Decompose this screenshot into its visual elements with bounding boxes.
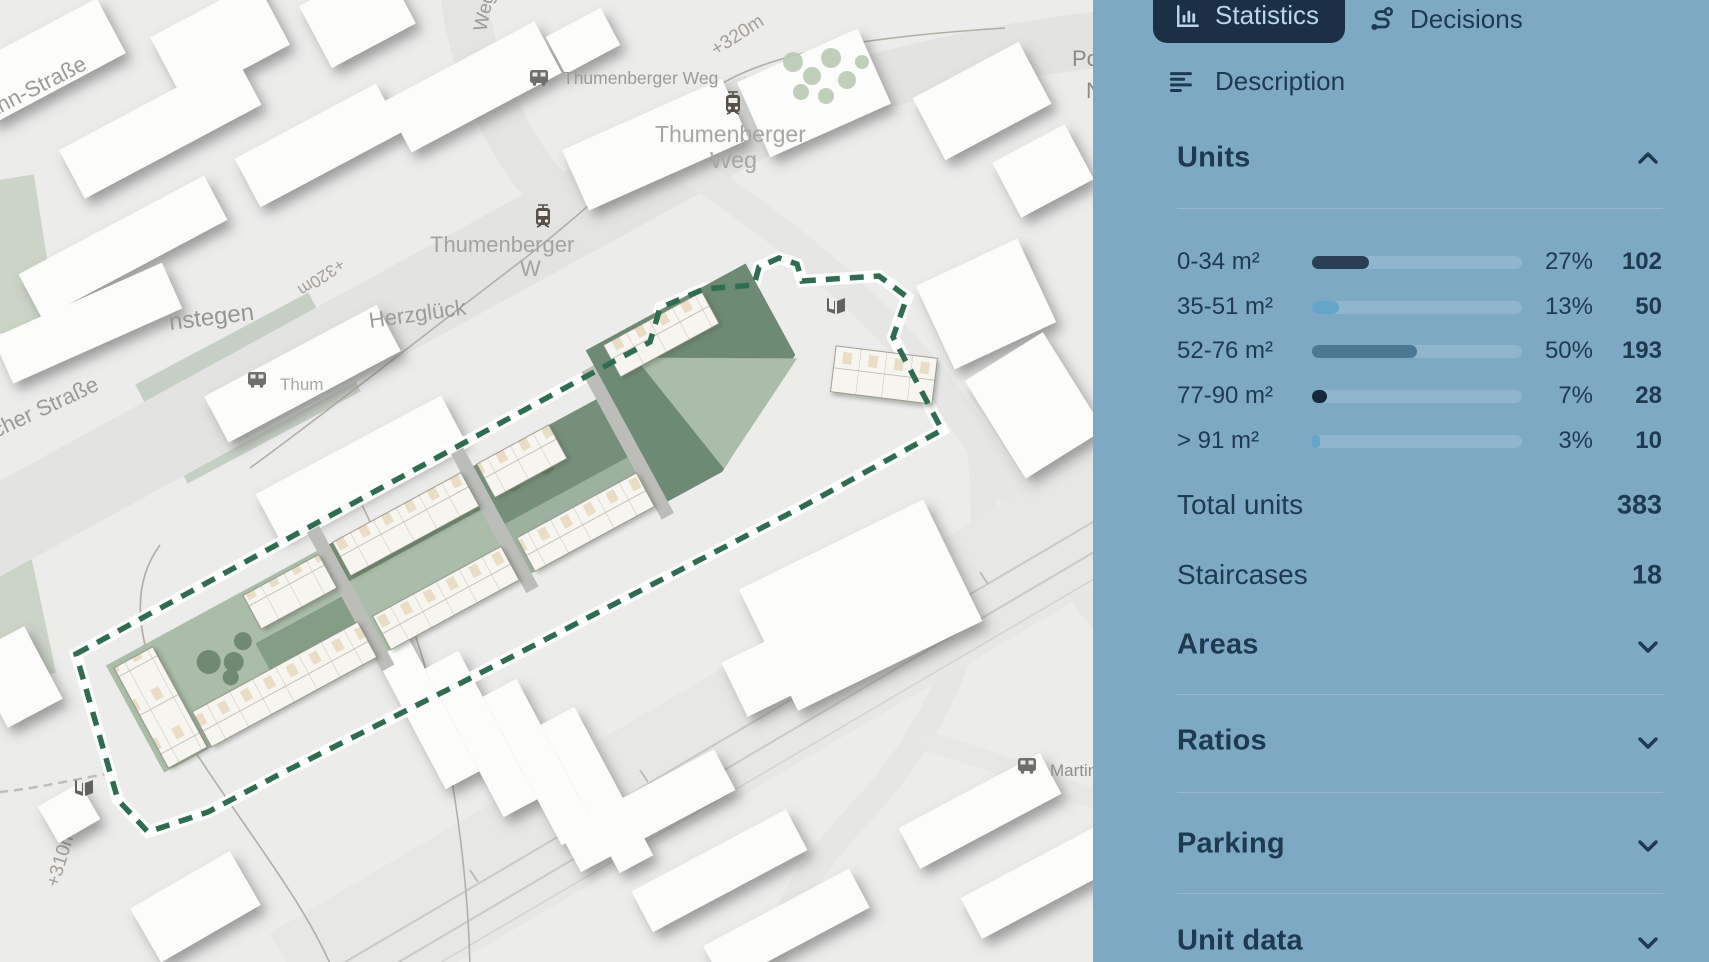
unit-row-bar [1312,256,1522,269]
description-icon [1168,68,1195,95]
total-units-value: 383 [1562,490,1662,521]
unit-row-bar [1312,390,1522,403]
section-title-areas[interactable]: Areas [1177,629,1259,662]
total-units-label: Total units [1177,489,1303,521]
tab-statistics[interactable]: Statistics [1153,0,1345,43]
chevron-down-icon[interactable] [1633,830,1663,860]
chevron-down-icon[interactable] [1633,727,1663,757]
section-title-units: Units [1177,142,1251,175]
tab-decisions[interactable]: Decisions [1368,4,1523,35]
unit-row-count: 50 [1582,293,1662,321]
tab-decisions-label: Decisions [1410,4,1523,35]
tab-statistics-label: Statistics [1215,0,1319,31]
divider [1177,694,1663,695]
chevron-down-icon[interactable] [1633,927,1663,957]
unit-row-label: 35-51 m² [1177,293,1273,321]
chevron-up-icon[interactable] [1633,144,1663,174]
unit-row-count: 28 [1582,382,1662,410]
route-icon [1368,6,1396,34]
unit-row-percent: 7% [1503,382,1593,410]
street-label-thumenberger-2: Weg [710,147,757,173]
unit-row-percent: 27% [1503,248,1593,276]
unit-row-percent: 13% [1503,293,1593,321]
unit-row-percent: 3% [1503,427,1593,455]
description-label: Description [1215,66,1345,97]
street-label-thum-stop: Thum [280,375,323,394]
unit-row-count: 102 [1582,248,1662,276]
unit-row-bar [1312,301,1522,314]
street-label-thumenb-mid: Thumenberger [430,232,574,257]
unit-row-percent: 50% [1503,337,1593,365]
section-title-ratios[interactable]: Ratios [1177,725,1267,758]
unit-row-label: > 91 m² [1177,427,1259,455]
statistics-panel: Statistics Decisions Description Units 0… [1093,0,1709,962]
divider [1177,208,1663,209]
description-button[interactable]: Description [1168,66,1345,97]
street-label-thumenberger-1: Thumenberger [655,121,806,147]
bar-chart-icon [1175,3,1201,29]
section-title-parking[interactable]: Parking [1177,828,1285,861]
unit-row-count: 193 [1582,337,1662,365]
chevron-down-icon[interactable] [1633,631,1663,661]
divider [1177,893,1663,894]
staircases-label: Staircases [1177,559,1308,591]
unit-row-count: 10 [1582,427,1662,455]
unit-row-bar [1312,345,1522,358]
unit-row-label: 77-90 m² [1177,382,1273,410]
street-label-thumenberger-small: Thumenberger Weg [563,68,718,88]
street-label-thumenb-mid2: W [520,256,541,281]
unit-row-label: 0-34 m² [1177,248,1260,276]
unit-row-bar [1312,435,1522,448]
staircases-value: 18 [1562,560,1662,591]
unit-row-label: 52-76 m² [1177,337,1273,365]
divider [1177,792,1663,793]
section-title-unit-data[interactable]: Unit data [1177,925,1303,958]
